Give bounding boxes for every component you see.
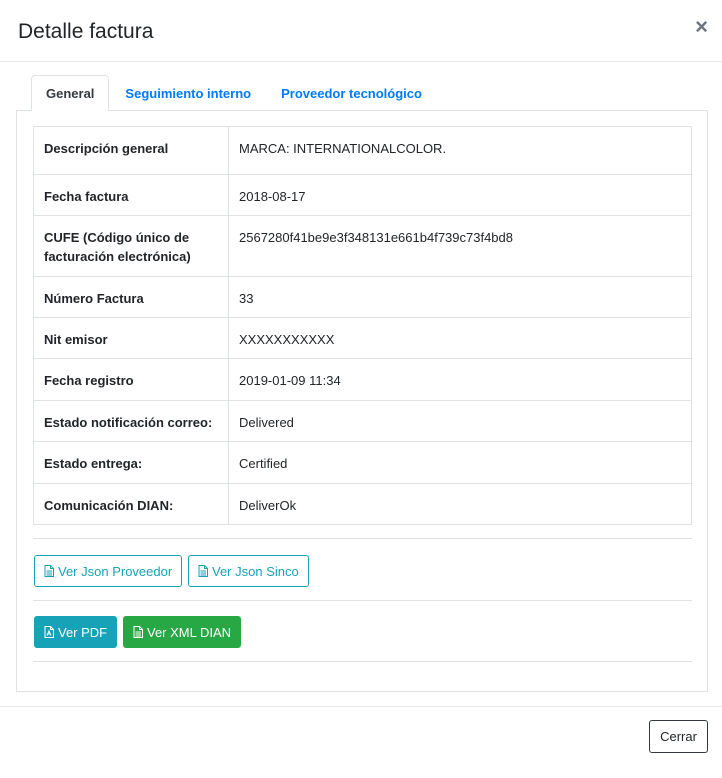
divider bbox=[33, 538, 692, 539]
modal-title: Detalle factura bbox=[18, 20, 154, 43]
row-value: 2018-08-17 bbox=[228, 174, 692, 216]
row-label: Descripción general bbox=[33, 126, 229, 175]
ver-pdf-button[interactable]: Ver PDF bbox=[34, 616, 118, 648]
button-label: Ver Json Proveedor bbox=[58, 563, 173, 579]
row-value: 2019-01-09 11:34 bbox=[228, 358, 692, 401]
row-value: 2567280f41be9e3f348131e661b4f739c73f4bd8 bbox=[228, 215, 692, 277]
cerrar-button[interactable]: Cerrar bbox=[649, 720, 708, 753]
tab-panel-general: Descripción general MARCA: INTERNATIONAL… bbox=[16, 110, 708, 692]
row-label: Fecha factura bbox=[33, 174, 229, 216]
ver-json-proveedor-button[interactable]: Ver Json Proveedor bbox=[34, 555, 183, 587]
row-label: Fecha registro bbox=[33, 358, 229, 401]
modal-header: Detalle factura × bbox=[0, 0, 722, 62]
file-text-icon bbox=[133, 626, 143, 638]
button-label: Ver PDF bbox=[58, 624, 108, 640]
row-value: Delivered bbox=[228, 400, 692, 442]
table-row: Comunicación DIAN: DeliverOk bbox=[33, 483, 692, 525]
details-table: Descripción general MARCA: INTERNATIONAL… bbox=[33, 126, 692, 525]
row-value: 33 bbox=[228, 276, 692, 318]
tab-bar: General Seguimiento interno Proveedor te… bbox=[31, 75, 438, 111]
row-label: Estado entrega: bbox=[33, 441, 229, 484]
divider bbox=[33, 661, 692, 662]
tab-proveedor-tecnologico[interactable]: Proveedor tecnológico bbox=[267, 75, 436, 111]
tab-general[interactable]: General bbox=[31, 75, 110, 111]
row-value: XXXXXXXXXXX bbox=[228, 317, 692, 359]
row-value: Certified bbox=[228, 441, 692, 484]
row-value: DeliverOk bbox=[228, 483, 692, 525]
divider bbox=[33, 600, 692, 601]
table-row: CUFE (Código único de facturación electr… bbox=[33, 215, 692, 277]
file-text-icon bbox=[44, 565, 54, 577]
table-row: Nit emisor XXXXXXXXXXX bbox=[33, 317, 692, 359]
row-label: Estado notificación correo: bbox=[33, 400, 229, 442]
row-label: CUFE (Código único de facturación electr… bbox=[33, 215, 229, 277]
close-icon[interactable]: × bbox=[695, 16, 708, 38]
row-label: Nit emisor bbox=[33, 317, 229, 359]
table-row: Fecha registro 2019-01-09 11:34 bbox=[33, 358, 692, 401]
button-label: Ver XML DIAN bbox=[147, 624, 232, 640]
ver-json-sinco-button[interactable]: Ver Json Sinco bbox=[188, 555, 309, 587]
file-pdf-icon bbox=[44, 626, 54, 638]
row-value: MARCA: INTERNATIONALCOLOR. bbox=[228, 126, 692, 175]
row-label: Número Factura bbox=[33, 276, 229, 318]
row-label: Comunicación DIAN: bbox=[33, 483, 229, 525]
table-row: Fecha factura 2018-08-17 bbox=[33, 174, 692, 216]
table-row: Estado notificación correo: Delivered bbox=[33, 400, 692, 442]
tab-seguimiento-interno[interactable]: Seguimiento interno bbox=[111, 75, 265, 111]
table-row: Número Factura 33 bbox=[33, 276, 692, 318]
button-label: Ver Json Sinco bbox=[212, 563, 299, 579]
table-row: Estado entrega: Certified bbox=[33, 441, 692, 484]
ver-xml-dian-button[interactable]: Ver XML DIAN bbox=[123, 616, 242, 648]
modal-footer: Cerrar bbox=[0, 706, 722, 778]
table-row: Descripción general MARCA: INTERNATIONAL… bbox=[33, 126, 692, 175]
file-text-icon bbox=[198, 565, 208, 577]
